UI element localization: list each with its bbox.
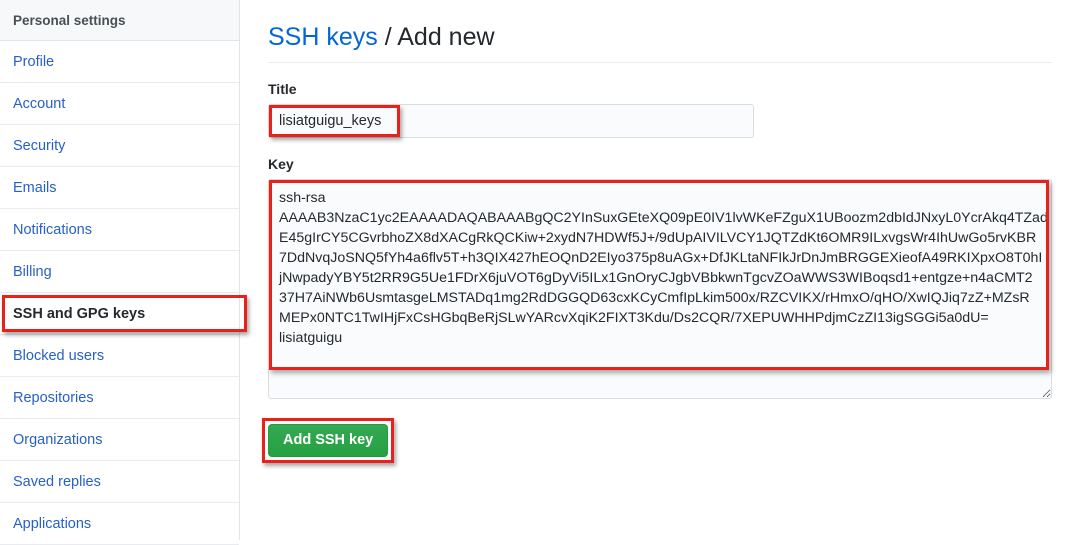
key-field-label: Key xyxy=(268,155,294,172)
sidebar-item-ssh-and-gpg-keys[interactable]: SSH and GPG keys xyxy=(0,293,247,335)
sidebar-item-label: Notifications xyxy=(13,221,92,238)
sidebar-item-label: Emails xyxy=(13,179,57,196)
breadcrumb-separator: / xyxy=(377,22,398,51)
sidebar-item-label: Profile xyxy=(13,53,55,70)
sidebar-item-repositories[interactable]: Repositories xyxy=(0,377,239,419)
sidebar-item-label: Billing xyxy=(13,263,52,280)
sidebar-item-label: Saved replies xyxy=(13,473,101,490)
sidebar-item-blocked-users[interactable]: Blocked users xyxy=(0,335,239,377)
sidebar-item-label: Account xyxy=(13,95,66,112)
breadcrumb-link-ssh-keys[interactable]: SSH keys xyxy=(268,23,378,51)
personal-settings-sidebar: Personal settings Profile Account Securi… xyxy=(0,0,247,545)
settings-page: Personal settings Profile Account Securi… xyxy=(0,0,1076,545)
title-input-wrapper xyxy=(268,103,754,138)
submit-button-wrapper: Add SSH key xyxy=(262,417,395,464)
page-title: SSH keys / Add new xyxy=(268,17,1052,63)
sidebar-item-label: Blocked users xyxy=(13,347,105,364)
key-textarea-wrapper: ssh-rsa AAAAB3NzaC1yc2EAAAADAQABAAABgQC2… xyxy=(268,178,1052,402)
sidebar-item-emails[interactable]: Emails xyxy=(0,167,239,209)
sidebar-header: Personal settings xyxy=(0,0,239,41)
sidebar-item-billing[interactable]: Billing xyxy=(0,251,239,293)
main-content: SSH keys / Add new Title Key ssh-rsa AAA… xyxy=(240,0,1076,540)
add-ssh-key-button[interactable]: Add SSH key xyxy=(268,423,389,458)
sidebar-item-security[interactable]: Security xyxy=(0,125,239,167)
sidebar-item-label: SSH and GPG keys xyxy=(13,305,146,322)
sidebar-item-saved-replies[interactable]: Saved replies xyxy=(0,461,239,503)
title-input[interactable] xyxy=(268,103,754,138)
sidebar-item-label: Applications xyxy=(13,515,92,532)
sidebar-item-label: Security xyxy=(13,137,66,154)
sidebar-item-notifications[interactable]: Notifications xyxy=(0,209,239,251)
sidebar-item-organizations[interactable]: Organizations xyxy=(0,419,239,461)
sidebar-item-label: Repositories xyxy=(13,389,94,406)
title-field-label: Title xyxy=(268,80,297,97)
breadcrumb-current: Add new xyxy=(397,22,495,51)
sidebar-item-profile[interactable]: Profile xyxy=(0,41,239,83)
sidebar-item-account[interactable]: Account xyxy=(0,83,239,125)
key-textarea[interactable]: ssh-rsa AAAAB3NzaC1yc2EAAAADAQABAAABgQC2… xyxy=(268,178,1052,399)
sidebar-item-label: Organizations xyxy=(13,431,103,448)
sidebar-item-applications[interactable]: Applications xyxy=(0,503,239,545)
